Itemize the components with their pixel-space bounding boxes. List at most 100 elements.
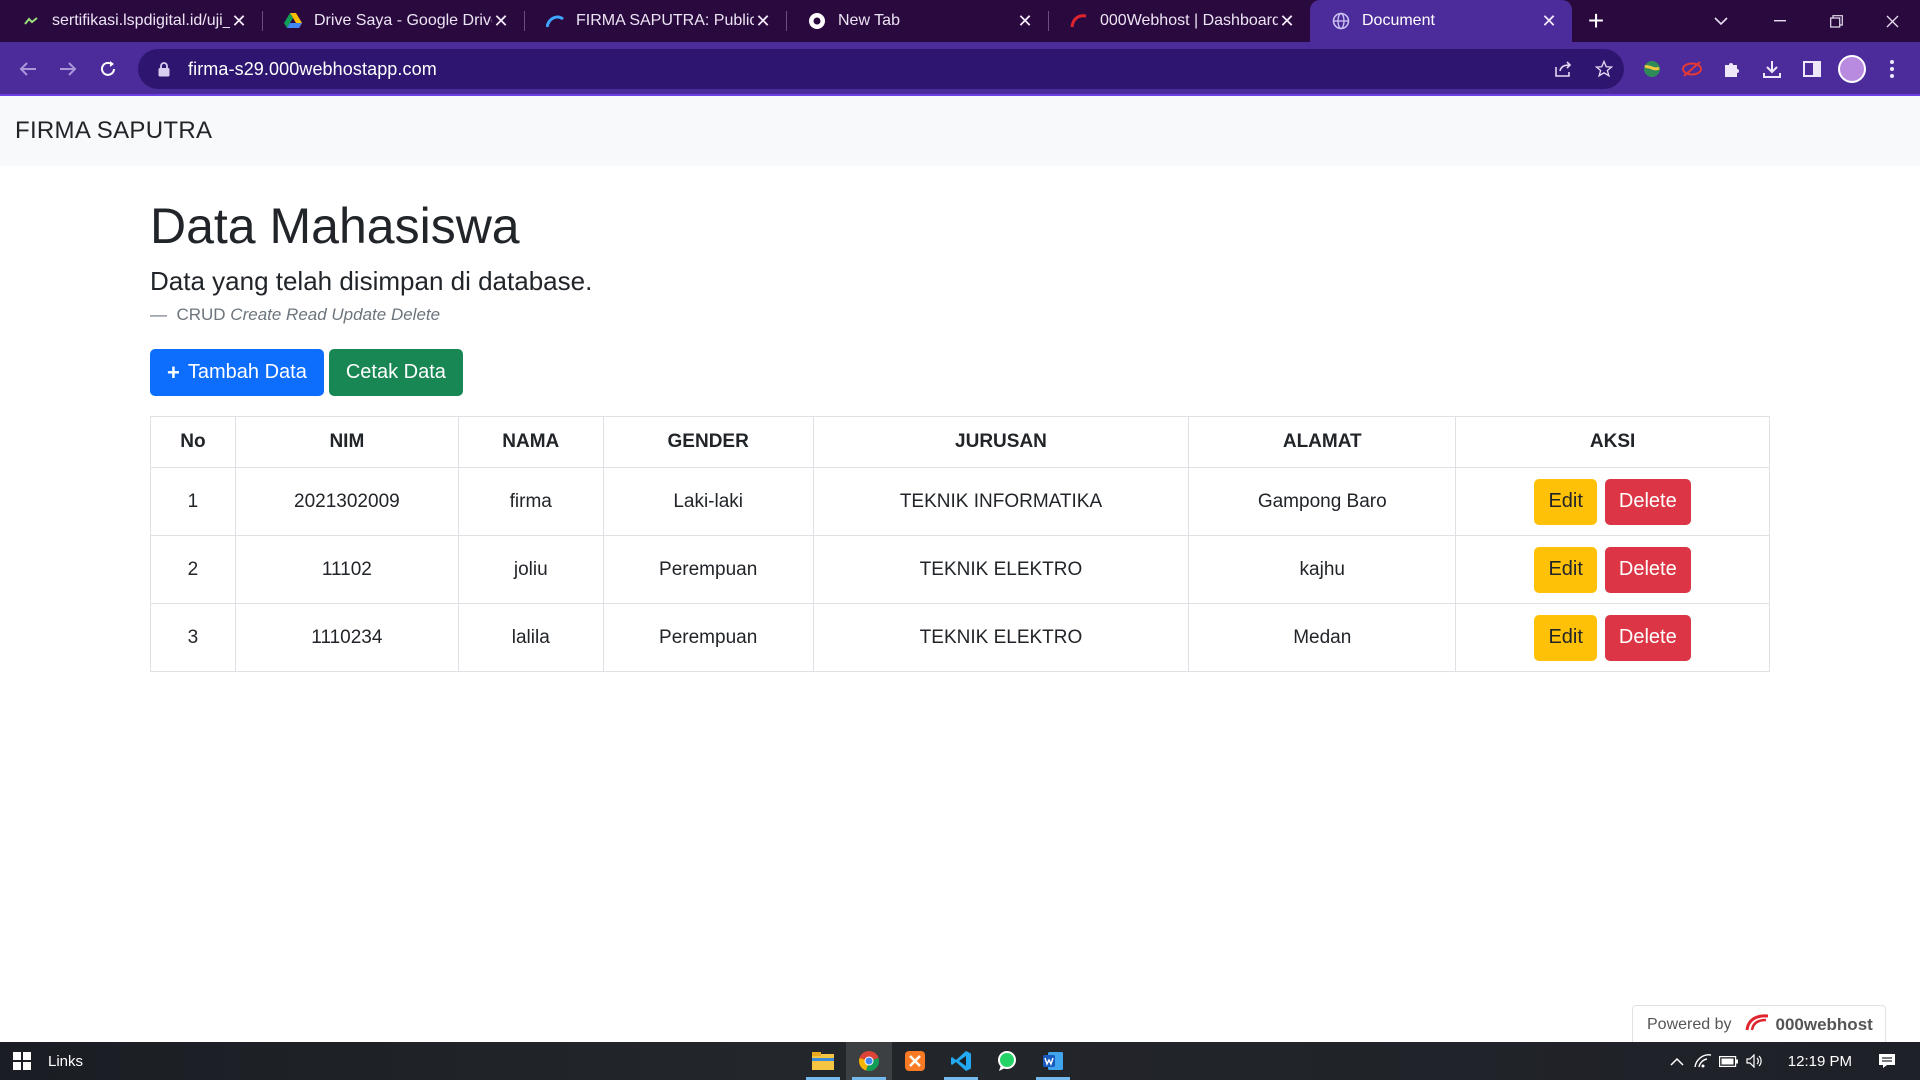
- cell-jurusan: TEKNIK INFORMATIKA: [812, 467, 1190, 536]
- powered-by-badge[interactable]: Powered by 000webhost: [1632, 1005, 1886, 1045]
- tab-google-drive[interactable]: Drive Saya - Google Drive ✕: [262, 0, 524, 42]
- page-title: Data Mahasiswa: [150, 198, 520, 254]
- minimize-icon[interactable]: [1752, 0, 1808, 42]
- forward-icon[interactable]: [48, 49, 88, 89]
- cell-gender: Perempuan: [602, 535, 814, 604]
- xampp-icon[interactable]: [892, 1042, 938, 1080]
- menu-kebab-icon[interactable]: [1872, 49, 1912, 89]
- chrome-icon: [808, 12, 826, 30]
- column-header-gender: GENDER: [602, 416, 814, 468]
- tab-sertifikasi[interactable]: sertifikasi.lspdigital.id/uji_kc ✕: [0, 0, 262, 42]
- taskbar-apps: [800, 1042, 1076, 1080]
- action-buttons: + Tambah Data Cetak Data: [150, 349, 1770, 396]
- system-tray: 12:19 PM: [1664, 1042, 1920, 1080]
- avatar: [1838, 55, 1866, 83]
- links-toolbar[interactable]: Links: [48, 1053, 83, 1070]
- tab-title: Drive Saya - Google Drive: [314, 12, 492, 29]
- column-header-nim: NIM: [234, 416, 459, 468]
- blockquote-footer: — CRUD Create Read Update Delete: [150, 305, 1770, 325]
- bookmark-star-icon[interactable]: [1584, 49, 1624, 89]
- reload-icon[interactable]: [88, 49, 128, 89]
- cell-gender: Perempuan: [602, 603, 814, 672]
- cell-alamat: Medan: [1188, 603, 1457, 672]
- extension-eye-off-icon[interactable]: [1672, 49, 1712, 89]
- close-tab-icon[interactable]: ✕: [1278, 11, 1296, 32]
- tab-search-chevron-icon[interactable]: [1700, 0, 1742, 42]
- close-window-icon[interactable]: [1864, 0, 1920, 42]
- delete-button[interactable]: Delete: [1604, 546, 1691, 593]
- site-favicon-icon: [22, 12, 40, 30]
- cell-alamat: Gampong Baro: [1188, 467, 1457, 536]
- profile-avatar[interactable]: [1832, 49, 1872, 89]
- 000webhost-logo-icon: [1744, 1012, 1770, 1038]
- lead-text: Data yang telah disimpan di database.: [150, 266, 593, 296]
- close-tab-icon[interactable]: ✕: [1016, 11, 1034, 32]
- battery-icon[interactable]: [1716, 1055, 1742, 1067]
- wifi-icon[interactable]: [1690, 1054, 1716, 1068]
- site-brand[interactable]: FIRMA SAPUTRA: [15, 117, 212, 145]
- download-icon[interactable]: [1752, 49, 1792, 89]
- cell-nim: 1110234: [234, 603, 459, 672]
- table-row: 3 1110234 lalila Perempuan TEKNIK ELEKTR…: [150, 603, 1770, 672]
- windows-start-icon[interactable]: [0, 1042, 44, 1080]
- tab-title: sertifikasi.lspdigital.id/uji_kc: [52, 12, 230, 29]
- notification-center-icon[interactable]: [1874, 1053, 1900, 1069]
- delete-button[interactable]: Delete: [1604, 478, 1691, 525]
- lock-icon[interactable]: [152, 57, 176, 81]
- edit-button[interactable]: Edit: [1534, 614, 1597, 661]
- edit-button[interactable]: Edit: [1534, 546, 1597, 593]
- restore-icon[interactable]: [1808, 0, 1864, 42]
- cell-nim: 2021302009: [234, 467, 459, 536]
- tab-firma-saputra[interactable]: FIRMA SAPUTRA: Public pro ✕: [524, 0, 786, 42]
- extensions-puzzle-icon[interactable]: [1712, 49, 1752, 89]
- 000webhost-brand: 000webhost: [1775, 1015, 1873, 1034]
- plus-icon: +: [167, 359, 180, 385]
- google-drive-icon: [284, 12, 302, 30]
- close-tab-icon[interactable]: ✕: [1540, 11, 1558, 32]
- tab-000webhost-dashboard[interactable]: 000Webhost | Dashboard ✕: [1048, 0, 1310, 42]
- address-bar[interactable]: firma-s29.000webhostapp.com: [138, 49, 1624, 89]
- cell-aksi: Edit Delete: [1455, 535, 1770, 604]
- cell-no: 2: [150, 535, 236, 604]
- site-navbar: FIRMA SAPUTRA: [0, 96, 1920, 166]
- cell-jurusan: TEKNIK ELEKTRO: [812, 535, 1190, 604]
- back-icon[interactable]: [8, 49, 48, 89]
- cell-nama: lalila: [457, 603, 604, 672]
- word-icon[interactable]: [1030, 1042, 1076, 1080]
- tray-chevron-up-icon[interactable]: [1664, 1057, 1690, 1066]
- cell-nama: firma: [457, 467, 604, 536]
- close-tab-icon[interactable]: ✕: [754, 11, 772, 32]
- cell-alamat: kajhu: [1188, 535, 1457, 604]
- delete-button[interactable]: Delete: [1604, 614, 1691, 661]
- tab-title: FIRMA SAPUTRA: Public pro: [576, 12, 754, 29]
- whatsapp-icon[interactable]: [984, 1042, 1030, 1080]
- table-header: No NIM NAMA GENDER JURUSAN ALAMAT AKSI: [150, 416, 1770, 468]
- chrome-taskbar-icon[interactable]: [846, 1042, 892, 1080]
- footer-prefix: CRUD: [176, 305, 226, 324]
- cell-aksi: Edit Delete: [1455, 467, 1770, 536]
- clock-time[interactable]: 12:19 PM: [1788, 1053, 1852, 1070]
- powered-by-text: Powered by: [1647, 1016, 1732, 1033]
- globe-icon: [1332, 12, 1350, 30]
- side-panel-icon[interactable]: [1792, 49, 1832, 89]
- extensions-area: [1632, 49, 1912, 89]
- footer-cite: Create Read Update Delete: [230, 305, 441, 324]
- file-explorer-icon[interactable]: [800, 1042, 846, 1080]
- tab-document[interactable]: Document ✕: [1310, 0, 1572, 42]
- share-icon[interactable]: [1544, 49, 1584, 89]
- new-tab-button[interactable]: +: [1572, 0, 1620, 42]
- close-tab-icon[interactable]: ✕: [492, 11, 510, 32]
- extension-globe-icon[interactable]: [1632, 49, 1672, 89]
- vscode-icon[interactable]: [938, 1042, 984, 1080]
- 000webhost-icon: [1070, 12, 1088, 30]
- cell-jurusan: TEKNIK ELEKTRO: [812, 603, 1190, 672]
- print-data-button[interactable]: Cetak Data: [328, 349, 463, 396]
- edit-button[interactable]: Edit: [1534, 478, 1597, 525]
- volume-icon[interactable]: [1742, 1054, 1768, 1068]
- url-text[interactable]: firma-s29.000webhostapp.com: [188, 59, 1544, 80]
- close-tab-icon[interactable]: ✕: [230, 11, 248, 32]
- add-data-button[interactable]: + Tambah Data: [150, 349, 324, 396]
- browser-toolbar: firma-s29.000webhostapp.com: [0, 42, 1920, 96]
- table-row: 1 2021302009 firma Laki-laki TEKNIK INFO…: [150, 467, 1770, 536]
- tab-new-tab[interactable]: New Tab ✕: [786, 0, 1048, 42]
